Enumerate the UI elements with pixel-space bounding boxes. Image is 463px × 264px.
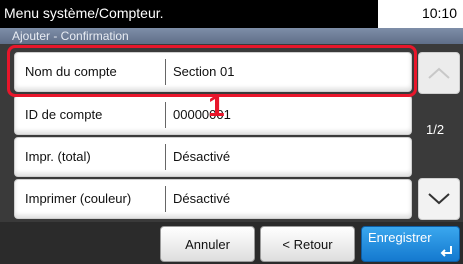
row-separator (165, 186, 166, 212)
row-label: Imprimer (couleur) (25, 191, 132, 206)
page-indicator: 1/2 (426, 122, 445, 137)
row-label: Impr. (total) (25, 149, 91, 164)
cancel-label: Annuler (185, 236, 230, 252)
chevron-up-icon (428, 67, 450, 79)
page-title: Menu système/Compteur. (4, 5, 164, 21)
row-print-color[interactable]: Imprimer (couleur) Désactivé (14, 179, 412, 219)
clock-box: 10:10 (378, 0, 463, 28)
row-separator (165, 102, 166, 128)
scroll-up-button[interactable] (418, 52, 460, 94)
cancel-button[interactable]: Annuler (160, 226, 255, 262)
row-label: ID de compte (25, 107, 103, 122)
clock-time: 10:10 (421, 5, 457, 21)
subtitle: Ajouter - Confirmation (12, 29, 129, 43)
back-label: < Retour (282, 236, 333, 252)
save-button[interactable]: Enregistrer (361, 226, 460, 262)
save-label: Enregistrer (368, 230, 432, 245)
row-separator (165, 144, 166, 170)
row-value: Désactivé (173, 191, 231, 206)
row-print-total[interactable]: Impr. (total) Désactivé (14, 137, 412, 177)
back-button[interactable]: < Retour (260, 226, 355, 262)
row-value: Désactivé (173, 149, 231, 164)
chevron-down-icon (428, 193, 450, 205)
screen: Menu système/Compteur. 10:10 Ajouter - C… (0, 0, 463, 264)
scroll-down-button[interactable] (418, 178, 460, 220)
callout-number: 1 (208, 90, 225, 123)
title-bar: Menu système/Compteur. 10:10 (0, 0, 463, 28)
enter-icon (440, 246, 452, 257)
subtitle-bar: Ajouter - Confirmation (0, 28, 463, 44)
